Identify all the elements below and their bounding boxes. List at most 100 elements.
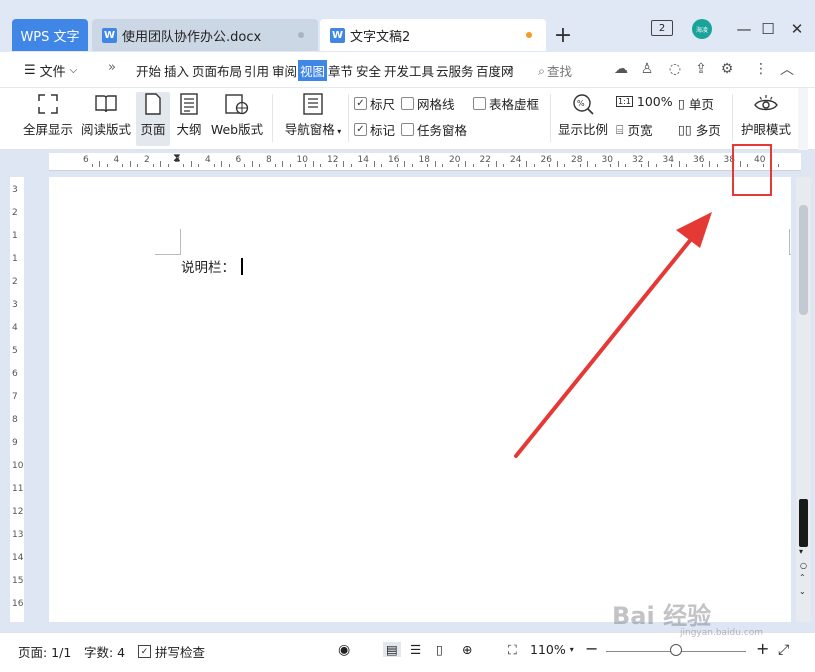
avatar[interactable]: 海凌 <box>692 19 712 39</box>
menu-item-security[interactable]: 安全 <box>356 61 381 80</box>
menu-item-baidu[interactable]: 百度网 <box>476 61 514 80</box>
menu-item-start[interactable]: 开始 <box>136 61 161 80</box>
close-button[interactable]: ✕ <box>786 18 808 40</box>
table-gridlines-checkbox[interactable]: 表格虚框 <box>473 94 539 113</box>
chevron-up-icon[interactable]: ⌃ <box>799 573 806 582</box>
ruler-number: 10 <box>296 155 308 165</box>
menu-item-page-layout[interactable]: 页面布局 <box>192 61 242 80</box>
ruler-tick <box>655 164 657 167</box>
scroll-splitter[interactable] <box>799 499 808 547</box>
ruler-tick <box>495 161 497 167</box>
vertical-scrollbar[interactable]: ▾ ○ ⌃ ⌄ <box>796 177 811 622</box>
zoom-in-button[interactable]: + <box>756 639 769 658</box>
new-tab-button[interactable]: + <box>552 22 574 48</box>
menu-item-cloud[interactable]: 云服务 <box>436 61 474 80</box>
wps-home-tab[interactable]: WPS 文字 <box>12 19 88 51</box>
page-width-button[interactable]: ⌸ 页宽 <box>616 120 653 139</box>
chevron-down-icon[interactable]: ▾ <box>799 547 803 556</box>
menu-item-insert[interactable]: 插入 <box>164 61 189 80</box>
ruler-number: 3 <box>12 300 18 310</box>
word-count[interactable]: 字数: 4 <box>84 642 125 661</box>
document-text[interactable]: 说明栏： <box>181 256 243 276</box>
ruler-number: 6 <box>12 369 18 379</box>
ruler-number: 6 <box>235 155 242 165</box>
fit-page-icon[interactable]: ⛶ <box>508 642 517 658</box>
ruler-number: 14 <box>12 553 24 563</box>
unsaved-dot[interactable] <box>526 32 532 38</box>
more-icon[interactable]: ⋮ <box>752 60 770 78</box>
document-page[interactable] <box>49 177 791 622</box>
word-count-label: 字数: 4 <box>84 645 126 660</box>
page-view-button[interactable]: 页面 <box>136 92 170 146</box>
cloud-icon[interactable]: ☁ <box>612 60 630 78</box>
vertical-ruler[interactable]: 3 2 1 1 2 3 4 5 6 7 8 9 10 11 12 13 14 15 16 <box>10 177 24 622</box>
marks-checkbox[interactable]: ✓ 标记 <box>354 120 395 139</box>
ribbon-scroll[interactable] <box>798 88 808 150</box>
scrollbar-thumb[interactable] <box>799 205 808 315</box>
zoom-100-button[interactable]: 1:1 100% <box>616 94 673 109</box>
zoom-out-button[interactable]: − <box>585 639 598 658</box>
search-box[interactable]: ⌕ 查找 <box>538 61 572 80</box>
tab-status-dot[interactable] <box>298 32 304 38</box>
reading-mode-button[interactable]: 阅读版式 <box>80 92 132 138</box>
circle-icon[interactable]: ○ <box>800 561 807 570</box>
search-icon: ⌕ <box>538 62 546 78</box>
zoom-slider-handle[interactable] <box>670 644 682 656</box>
chevron-right-icon[interactable]: › <box>509 61 514 75</box>
ruler-number: 2 <box>12 208 18 218</box>
page-width-icon: ⌸ <box>616 121 624 137</box>
chevron-up-icon[interactable]: ︿ <box>778 60 796 78</box>
menu-item-review[interactable]: 审阅 <box>272 61 297 80</box>
ruler-number: 20 <box>449 155 461 165</box>
menu-item-chapter[interactable]: 章节 <box>328 61 353 80</box>
indent-marker-icon[interactable]: ⧗ <box>173 151 181 165</box>
eye-mode-button[interactable]: 护眼模式 <box>740 92 792 138</box>
zoom-select[interactable]: 110% ▾ <box>530 642 574 657</box>
horizontal-ruler[interactable]: 6 4 2 2 4 6 8 10 12 14 16 18 20 22 24 26 28 30 32 34 36 38 40 ⧗ <box>0 150 815 177</box>
share-icon[interactable]: ⇪ <box>692 60 710 78</box>
minimize-button[interactable]: — <box>733 18 755 40</box>
menu-item-developer[interactable]: 开发工具 <box>384 61 434 80</box>
task-pane-checkbox[interactable]: 任务窗格 <box>401 120 467 139</box>
reading-view-icon[interactable]: ▯ <box>436 642 443 657</box>
file-menu[interactable]: ☰ 文件 ⌵ <box>24 61 77 80</box>
ruler-tick <box>579 164 581 167</box>
maximize-button[interactable]: ☐ <box>757 18 779 40</box>
single-page-button[interactable]: ▯ 单页 <box>678 94 714 113</box>
ruler-checkbox[interactable]: ✓ 标尺 <box>354 94 395 113</box>
navigation-pane-button[interactable]: 导航窗格 ▾ <box>282 92 344 138</box>
ruler-tick <box>777 164 779 167</box>
comment-icon[interactable]: ◌ <box>666 60 684 78</box>
fullscreen-label: 全屏显示 <box>22 122 73 137</box>
document-tab-label: 使用团队协作办公.docx <box>122 29 262 45</box>
outline-view-icon[interactable]: ☰ <box>410 642 421 657</box>
menu-item-view[interactable]: 视图 <box>298 60 328 81</box>
ruler-tick <box>183 164 185 167</box>
spell-check-button[interactable]: ✓ 拼写检查 <box>138 642 205 661</box>
menu-item-references[interactable]: 引用 <box>244 61 269 80</box>
gear-icon[interactable]: ⚙ <box>718 60 736 78</box>
document-tab[interactable]: W 使用团队协作办公.docx <box>92 19 318 51</box>
double-chevron-icon[interactable]: » <box>108 60 116 75</box>
gridlines-checkbox[interactable]: 网格线 <box>401 94 455 113</box>
chevron-down-icon[interactable]: ⌄ <box>799 587 806 596</box>
tab-count-button[interactable]: 2 <box>651 20 673 36</box>
expand-icon[interactable]: ⤢ <box>778 642 789 658</box>
ruler-tick <box>640 164 642 167</box>
ruler-tick <box>106 164 108 167</box>
fullscreen-button[interactable]: 全屏显示 <box>22 92 74 138</box>
page-view-icon[interactable]: ▤ <box>383 642 401 657</box>
ruler-tick <box>625 164 627 167</box>
outline-button[interactable]: 大纲 <box>174 92 204 138</box>
zoom-ratio-label: 显示比例 <box>557 122 608 137</box>
multi-page-button[interactable]: ▯▯ 多页 <box>678 120 721 139</box>
add-user-icon[interactable]: ♙ <box>638 60 656 78</box>
page-count[interactable]: 页面: 1/1 <box>18 642 71 661</box>
zoom-ratio-button[interactable]: % 显示比例 <box>556 92 610 138</box>
ruler-number: 1 <box>12 254 18 264</box>
web-layout-button[interactable]: Web版式 <box>210 92 264 138</box>
eye-icon[interactable]: ◉ <box>338 642 350 658</box>
document-tab-active[interactable]: W 文字文稿2 <box>320 19 546 51</box>
web-view-icon[interactable]: ⊕ <box>462 642 472 657</box>
checkmark-icon: ✓ <box>354 97 367 110</box>
